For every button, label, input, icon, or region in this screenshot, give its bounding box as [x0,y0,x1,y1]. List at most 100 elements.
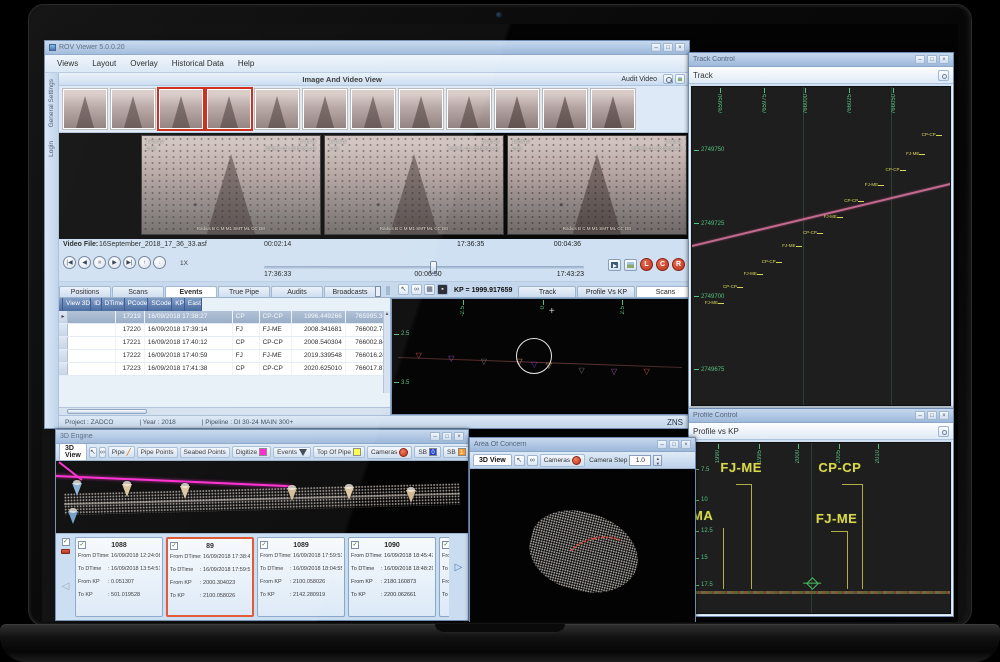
data-tab[interactable]: Positions [59,286,111,297]
side-tab[interactable]: Login [48,141,55,157]
maximize-button[interactable]: □ [442,432,452,441]
event-checkbox[interactable] [351,541,359,549]
scroll-left-icon[interactable]: ◁ [62,557,70,617]
horizontal-scrollbar[interactable] [59,407,390,415]
cameras-toggle[interactable]: Cameras [367,446,412,459]
vertical-scrollbar[interactable]: ▲ [383,311,390,393]
camera-icon[interactable]: ▪ [437,284,448,295]
table-header-cell[interactable]: DTime [102,298,125,311]
video-thumbnail[interactable] [207,89,251,129]
close-button[interactable]: × [675,43,685,52]
pin-icon[interactable] [938,426,949,437]
seabed-points-toggle[interactable]: Seabed Points [180,447,230,458]
cameras-toggle[interactable]: Cameras [540,454,585,467]
sb1-toggle[interactable]: SB1 [443,446,468,458]
video-thumbnail[interactable] [591,89,635,129]
table-row[interactable]: 17223 16/09/2018 17:41:38 CP CP-CP 2020.… [59,363,390,376]
pipe-toggle[interactable]: Pipe╱ [108,446,135,458]
transport-button[interactable]: |◀ [63,256,76,269]
binoculars-icon[interactable]: ∞ [527,455,538,466]
table-header-cell[interactable]: PCode [125,298,149,311]
export-video-icon[interactable] [608,259,621,271]
close-button[interactable]: × [681,440,691,449]
camera-left-button[interactable]: L [640,258,653,271]
event-checkbox[interactable] [260,541,268,549]
table-header-cell[interactable]: View 3D [63,298,91,311]
binoculars-icon[interactable]: ∞ [99,447,106,458]
menu-item[interactable]: Overlay [124,58,164,69]
video-thumbnail[interactable] [111,89,155,129]
view-tab[interactable]: Scans [636,286,694,297]
maximize-button[interactable]: □ [669,440,679,449]
snapshot-icon[interactable] [624,259,637,271]
seek-slider[interactable] [264,266,584,269]
menu-item[interactable]: Historical Data [166,58,230,69]
transport-button[interactable]: ↑ [138,256,151,269]
event-checkbox[interactable] [78,541,86,549]
minimize-button[interactable]: – [915,411,925,420]
table-row[interactable]: 17222 16/09/2018 17:40:59 FJ FJ-ME 2019.… [59,350,390,363]
stepper-icon[interactable]: ▲▼ [653,455,662,466]
transport-button[interactable]: ▶| [123,256,136,269]
scroll-right-icon[interactable]: ▷ [455,538,463,598]
audit-video-label[interactable]: Audit Video [621,76,657,83]
video-thumbnail[interactable] [159,89,203,129]
event-card[interactable]: 1089 From DTime: 16/09/2018 17:59:51.000… [257,537,345,617]
close-button[interactable]: × [454,432,464,441]
camera-right-button[interactable]: R [672,258,685,271]
aoc-3d-scene[interactable] [470,469,695,622]
cursor-icon[interactable]: ↖ [89,447,97,458]
select-all-checkbox[interactable] [62,538,70,546]
event-card[interactable]: 1090 From DTime: 16/09/2018 18:45:47.000… [348,537,436,617]
event-card[interactable]: 1088 From DTime: 16/09/2018 12:24:08.000… [75,537,163,617]
video-thumbnail[interactable] [447,89,491,129]
menu-item[interactable]: Layout [86,58,122,69]
track-chart[interactable]: 765950765975766000766025766050 274975027… [691,86,951,406]
minimize-button[interactable]: – [915,55,925,64]
delete-event-button[interactable] [61,549,70,554]
video-thumbnail[interactable] [255,89,299,129]
camera-video-pane[interactable]: 16/09/1817:36:35 2473765995.441 2749700.… [507,135,687,235]
chart-icon[interactable]: ▦ [424,284,435,295]
event-checkbox[interactable] [170,542,178,550]
top-of-pipe-toggle[interactable]: Top Of Pipe [313,446,365,458]
camera-video-pane[interactable]: 16/09/1817:36:35 2473765995.441 2749700.… [324,135,504,235]
events-toggle[interactable]: Events [273,447,311,458]
data-tab[interactable]: Events [165,286,217,297]
minimize-button[interactable]: – [657,440,667,449]
table-header-cell[interactable]: East [185,298,202,311]
video-thumbnail[interactable] [399,89,443,129]
minimize-button[interactable]: – [430,432,440,441]
close-button[interactable]: × [939,55,949,64]
table-header-cell[interactable]: KP [172,298,185,311]
event-card[interactable]: 89 From DTime: 16/09/2018 17:38:47.000 T… [166,537,254,617]
digitize-toggle[interactable]: Digitize [232,446,271,458]
table-header-cell[interactable]: SCode [148,298,172,311]
table-row[interactable]: 17220 16/09/2018 17:39:14 FJ FJ-ME 2008.… [59,324,390,337]
menu-item[interactable]: Views [51,58,84,69]
video-thumbnail[interactable] [63,89,107,129]
cursor-icon[interactable]: ↖ [398,284,409,295]
cursor-icon[interactable]: ↖ [514,455,525,466]
transport-button[interactable]: ■ [93,256,106,269]
event-checkbox[interactable] [442,541,449,549]
camera-video-pane[interactable]: 16/09/1817:36:35 2473765995.441 2749700.… [141,135,321,235]
table-row[interactable]: 17219 16/09/2018 17:38:27 CP CP-CP 1996.… [59,311,390,324]
sb0-toggle[interactable]: SB0 [414,446,441,458]
profile-chart[interactable]: 19901995200020052010 7.51012.51517.5 FJ-… [691,442,951,614]
transport-button[interactable]: ◀ [78,256,91,269]
video-thumbnail[interactable] [351,89,395,129]
image-icon[interactable] [675,74,685,84]
magnifier-icon[interactable] [663,74,673,84]
camera-step-input[interactable] [629,455,651,466]
binoculars-icon[interactable]: ∞ [411,284,422,295]
layers-icon[interactable] [388,286,390,295]
data-tab[interactable]: True Pipe [218,286,270,297]
video-thumbnail[interactable] [303,89,347,129]
data-tab[interactable]: Broadcasts [324,286,376,297]
video-thumbnail[interactable] [495,89,539,129]
minimize-button[interactable]: – [651,43,661,52]
scan-view[interactable]: -2.502.5 2.53.5 + [391,298,689,415]
pipe-points-toggle[interactable]: Pipe Points [137,447,178,458]
engine-view-tab[interactable]: 3D View [59,444,87,461]
